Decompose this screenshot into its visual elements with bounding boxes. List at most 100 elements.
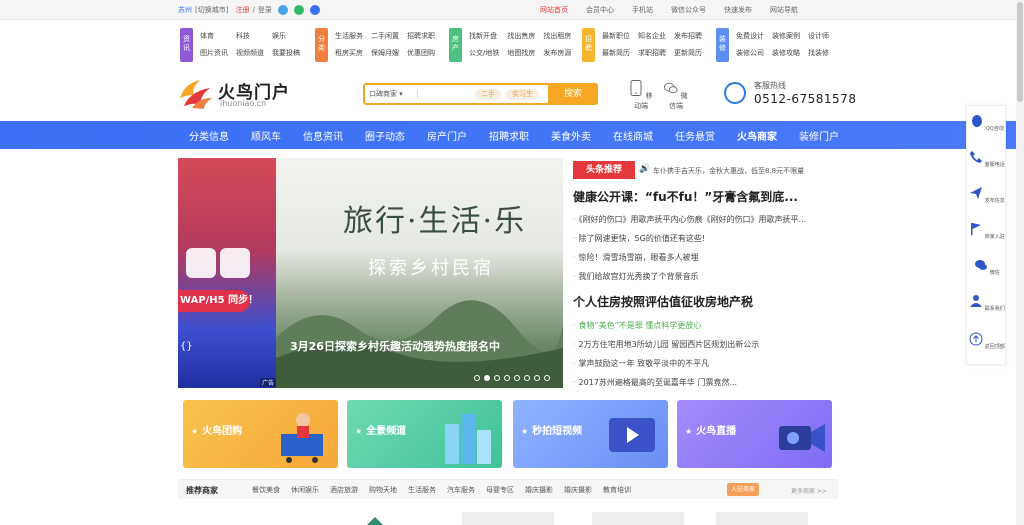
sidebar-item-phone[interactable]: 客服电话 xyxy=(967,150,1007,168)
carousel-dot[interactable] xyxy=(494,375,500,381)
category-link[interactable]: 最新简历 xyxy=(602,48,630,58)
news-item[interactable]: 2万方住宅用地3所幼儿园 留园西片区规划出新公示 xyxy=(573,335,760,354)
join-merchant-button[interactable]: 入驻商家 xyxy=(727,483,759,496)
news-item[interactable]: 掌声鼓励这一年 致敬平淡中的不平凡 xyxy=(573,354,759,373)
merchant-thumbnail[interactable] xyxy=(345,512,405,525)
search-category-select[interactable]: 口碑商家 ▾ xyxy=(369,89,403,99)
feature-card-shortvideo[interactable]: 秒拍短视频 xyxy=(513,400,668,468)
news-headline[interactable]: 个人住房按照评估值征收房地产税 xyxy=(573,293,753,310)
search-hot-tag[interactable]: 二手 xyxy=(475,89,501,100)
category-link[interactable]: 公交/地铁 xyxy=(469,48,499,58)
category-link[interactable]: 招聘求职 xyxy=(407,31,435,41)
nav-item-active[interactable]: 火鸟商家 xyxy=(726,128,788,143)
merchant-thumbnail[interactable] xyxy=(462,512,554,525)
weibo-login-icon[interactable] xyxy=(309,5,320,15)
category-link[interactable]: 生活服务 xyxy=(335,31,363,41)
category-link[interactable]: 找出售房 xyxy=(507,31,535,41)
category-link[interactable]: 保姆月嫂 xyxy=(371,48,399,58)
news-item[interactable]: 惊险！滑雪场雪崩，眼看多人被埋 xyxy=(573,248,806,267)
carousel-dot[interactable] xyxy=(514,375,520,381)
nav-item[interactable]: 信息资讯 xyxy=(292,128,354,143)
category-link[interactable]: 我要投稿 xyxy=(272,48,300,58)
scrollbar-thumb[interactable] xyxy=(1017,2,1023,102)
category-link[interactable]: 更新简历 xyxy=(674,48,702,58)
category-link[interactable]: 二手闲置 xyxy=(371,31,399,41)
category-link[interactable]: 装修案例 xyxy=(772,31,800,41)
category-link[interactable]: 找出租房 xyxy=(543,31,571,41)
switch-city-link[interactable]: [切换城市] xyxy=(195,5,228,15)
news-item[interactable]: 除了网速更快，5G的价值还有这些! xyxy=(573,229,806,248)
topbar-link-member[interactable]: 会员中心 xyxy=(586,5,614,15)
feature-card-groupbuy[interactable]: 火鸟团购 xyxy=(183,400,338,468)
news-item[interactable]: 我们给故宫灯光秀换了个背景音乐 xyxy=(573,267,806,286)
category-link[interactable]: 娱乐 xyxy=(272,31,300,41)
nav-item[interactable]: 顺风车 xyxy=(240,128,292,143)
category-link[interactable]: 装修攻略 xyxy=(772,48,800,58)
category-link[interactable]: 发布招聘 xyxy=(674,31,702,41)
merchant-tab[interactable]: 婚庆摄影 xyxy=(564,485,592,495)
carousel-dot[interactable] xyxy=(524,375,530,381)
topbar-link-wechat[interactable]: 微信公众号 xyxy=(671,5,706,15)
category-link[interactable]: 优惠团购 xyxy=(407,48,435,58)
search-button[interactable]: 搜索 xyxy=(548,83,598,105)
sidebar-item-merchant[interactable]: 商家入驻 xyxy=(967,222,1007,240)
category-link[interactable]: 求职招聘 xyxy=(638,48,666,58)
nav-item[interactable]: 任务悬赏 xyxy=(664,128,726,143)
category-link[interactable]: 最新职位 xyxy=(602,31,630,41)
merchant-thumbnail[interactable] xyxy=(592,512,684,525)
category-link[interactable]: 找新开盘 xyxy=(469,31,499,41)
nav-item[interactable]: 分类信息 xyxy=(178,128,240,143)
feature-card-panorama[interactable]: 全景频道 xyxy=(347,400,502,468)
sidebar-item-qq[interactable]: QQ咨询 xyxy=(967,114,1007,132)
category-link[interactable]: 体育 xyxy=(200,31,228,41)
nav-item[interactable]: 圈子动态 xyxy=(354,128,416,143)
carousel-dot[interactable] xyxy=(504,375,510,381)
merchant-thumbnail[interactable] xyxy=(716,512,808,525)
topbar-link-sitemap[interactable]: 网站导航 xyxy=(770,5,798,15)
search-hot-tag[interactable]: 实习生 xyxy=(506,89,539,100)
merchant-tab[interactable]: 教育培训 xyxy=(603,485,631,495)
nav-item[interactable]: 装修门户 xyxy=(788,128,850,143)
category-link[interactable]: 租房买房 xyxy=(335,48,363,58)
topbar-link-publish[interactable]: 快速发布 xyxy=(724,5,752,15)
banner-carousel[interactable]: WAP/H5 同步！ {} 旅行·生活·乐 探索乡村民宿 3月26日探索乡村乐趣… xyxy=(178,158,563,388)
merchant-tab[interactable]: 婚庆摄影 xyxy=(525,485,553,495)
category-link[interactable]: 找装修 xyxy=(808,48,829,58)
sidebar-item-top[interactable]: 返回顶部 xyxy=(967,332,1007,350)
nav-item[interactable]: 在线商城 xyxy=(602,128,664,143)
feature-card-livestream[interactable]: 火鸟直播 xyxy=(677,400,832,468)
topbar-link-home[interactable]: 网站首页 xyxy=(540,5,568,15)
register-link[interactable]: 注册 xyxy=(235,5,249,15)
category-link[interactable]: 装修公司 xyxy=(736,48,764,58)
merchant-tab[interactable]: 休闲娱乐 xyxy=(291,485,319,495)
category-link[interactable]: 免费设计 xyxy=(736,31,764,41)
merchant-tab[interactable]: 生活服务 xyxy=(408,485,436,495)
carousel-dot[interactable] xyxy=(474,375,480,381)
merchant-tab[interactable]: 购物天地 xyxy=(369,485,397,495)
news-marquee[interactable]: 车仆携手吉天乐，金秋大惠战，低至8.8元不限量 xyxy=(653,166,804,176)
category-link[interactable]: 视频频道 xyxy=(236,48,264,58)
wechat-login-icon[interactable] xyxy=(293,5,304,15)
qq-login-icon[interactable] xyxy=(277,5,288,15)
category-link[interactable]: 科技 xyxy=(236,31,264,41)
merchant-tab[interactable]: 母婴专区 xyxy=(486,485,514,495)
merchant-tab[interactable]: 酒店旅游 xyxy=(330,485,358,495)
page-scrollbar[interactable] xyxy=(1016,0,1024,525)
carousel-dot[interactable] xyxy=(534,375,540,381)
site-logo[interactable]: 火鸟门户 ihuoniao.cn xyxy=(178,78,298,112)
carousel-dot[interactable] xyxy=(544,375,550,381)
nav-item[interactable]: 房产门户 xyxy=(416,128,478,143)
login-link[interactable]: 登录 xyxy=(258,5,272,15)
sidebar-item-wechat[interactable]: 微信 xyxy=(967,258,1007,276)
more-merchants-link[interactable]: 更多商家 >> xyxy=(791,486,827,495)
category-link[interactable]: 地图找房 xyxy=(507,48,535,58)
sidebar-item-publish[interactable]: 发布信息 xyxy=(967,186,1007,204)
news-item[interactable]: 《刚好的伤口》用歌声抚平内心伤痕《刚好的伤口》用歌声抚平... xyxy=(573,210,807,229)
wechat-link[interactable]: 微信端 xyxy=(661,80,691,111)
merchant-tab[interactable]: 餐饮美食 xyxy=(252,485,280,495)
news-item[interactable]: 2017苏州遍格最高的至诞嘉年华 门票竟然... xyxy=(573,373,759,392)
category-link[interactable]: 发布房源 xyxy=(543,48,571,58)
news-item[interactable]: 食物“美色”不是罪 懂点科学更放心 xyxy=(573,316,759,335)
carousel-dot-active[interactable] xyxy=(484,375,490,381)
category-link[interactable]: 图片资讯 xyxy=(200,48,228,58)
